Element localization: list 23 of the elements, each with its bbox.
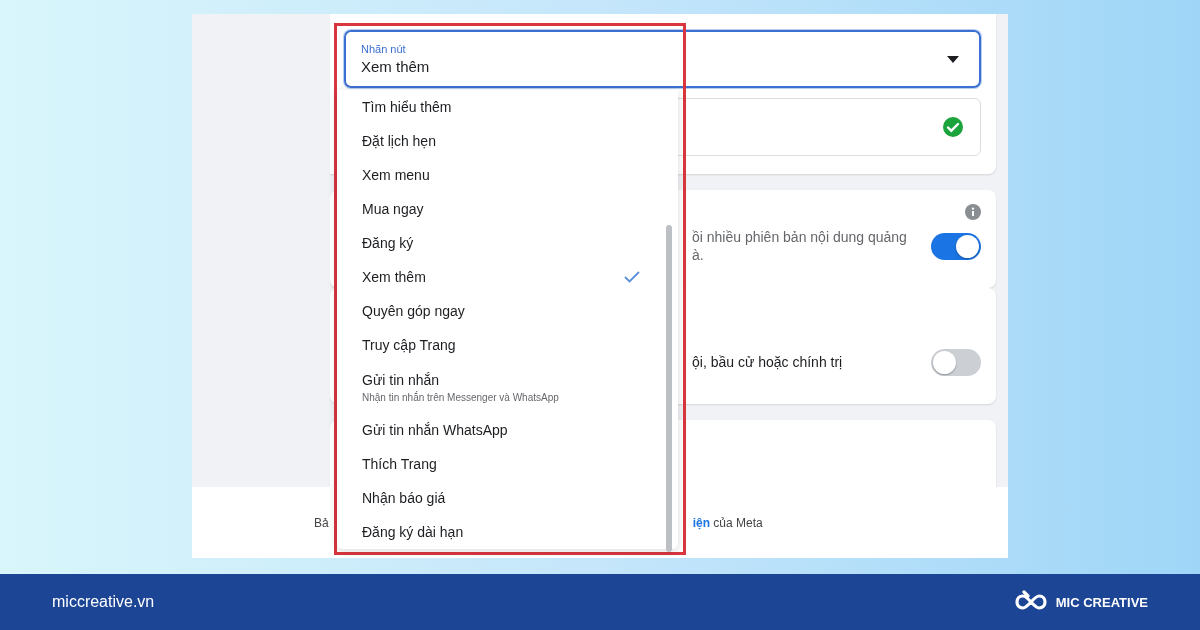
footer-text: Bả	[314, 515, 329, 530]
field-label: Nhãn nút	[361, 43, 407, 55]
description-text: ồi nhiều phiên bản nội dung quảng	[692, 229, 907, 245]
terms-text: iện của Meta	[692, 515, 763, 530]
brand-name: MIC CREATIVE	[1055, 594, 1148, 610]
description-text: à.	[692, 247, 705, 263]
option-label: Mua ngay	[362, 201, 424, 217]
option-label: Đăng ký dài hạn	[362, 524, 464, 540]
option-label: Đặt lịch hẹn	[362, 133, 436, 149]
option-label: Xem thêm	[362, 269, 426, 285]
option-description: Nhận tin nhắn trên Messenger và WhatsApp	[362, 392, 559, 403]
field-value: Xem thêm	[361, 58, 430, 75]
option-label: Đăng ký	[362, 235, 414, 251]
option-label: Xem menu	[362, 167, 430, 183]
option-label: Quyên góp ngay	[362, 303, 465, 319]
option-label: Nhận báo giá	[362, 490, 446, 506]
option-label: Gửi tin nhắn WhatsApp	[362, 422, 508, 438]
option-label: Thích Trang	[362, 456, 437, 472]
website-text: miccreative.vn	[52, 593, 155, 611]
option-label: Gửi tin nhắn	[362, 372, 441, 388]
description-text: ội, bầu cử hoặc chính trị	[692, 354, 843, 370]
option-label: Tìm hiểu thêm	[362, 99, 452, 115]
option-label: Truy cập Trang	[362, 337, 456, 353]
